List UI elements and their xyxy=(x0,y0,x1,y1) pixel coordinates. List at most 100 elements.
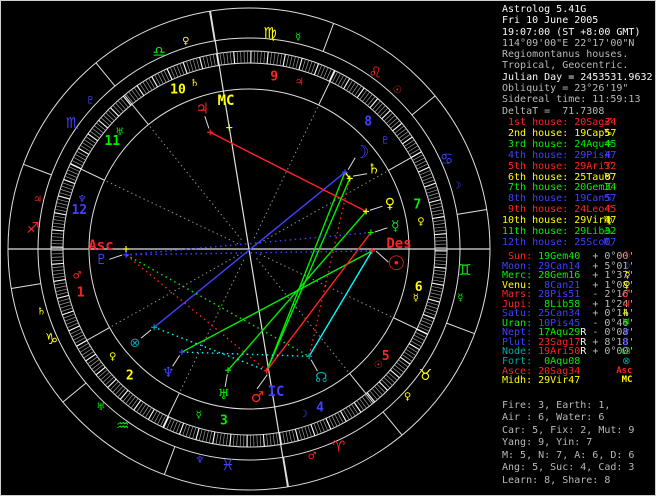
astrolog-window: ♈ ♂ ♉ ♀ ♊ ☿ ♋ ☽ ♌ ☉ ♍ ☿ ♎ ♀ ♏ ♇ ♐ ♃ ♑ ♄ ♒ ♅ ♓ ♆ 1 ♂ 2 ♀ 3 ☿ 4 ☽ 5 ☉ 6 ☿ 7 ♀ 8 ♇… xyxy=(0,0,656,496)
planet-glyph-neptune: ♆ xyxy=(162,365,175,381)
planet-glyph-uranus: ♅ xyxy=(217,387,230,403)
sign-glyph-gemini: ♊ xyxy=(458,261,471,279)
sign-boundary-leo xyxy=(411,95,436,116)
sign-glyph-aquarius: ♒ xyxy=(116,417,129,435)
house-number-7: 7 xyxy=(413,197,421,212)
planet-glyph-moon: ☽ xyxy=(353,142,369,163)
sign-boundary-aries xyxy=(283,457,289,487)
house-cusp-line-2 xyxy=(109,254,239,328)
house-number-2: 2 xyxy=(126,368,134,383)
sign-boundary-aquarius xyxy=(62,382,87,403)
planet-glyph-saturn: ♄ xyxy=(368,161,381,177)
pointer-line-mars xyxy=(256,374,268,390)
planet-glyph-sun: ☉ xyxy=(387,251,405,275)
sign-glyph-pisces: ♓ xyxy=(221,456,234,474)
house-cusp-segment-11 xyxy=(124,94,149,125)
house-ruler-icon-3: ☿ xyxy=(196,410,202,421)
sign-ruler-icon-gemini: ☿ xyxy=(457,293,463,304)
sign-ruler-icon-sagittarius: ♃ xyxy=(33,194,42,205)
sign-boundary-virgo xyxy=(322,23,335,52)
aspect-line-moon-saturn xyxy=(344,171,351,179)
house-row-12: 12th house: 25Sco07 ♏ xyxy=(502,236,617,248)
house-ruler-icon-2: ♀ xyxy=(109,352,116,363)
chart-wheel: ♈♂♉♀♊☿♋☽♌☉♍ ☿♎♀♏♇♐♃♑♄♒♅♓♆1♂2♀3☿4☽5☉6☿7♀8♇… xyxy=(7,7,491,491)
planet-position-dot-pluto xyxy=(123,251,130,258)
sign-ruler-icon-cancer: ☽ xyxy=(452,180,461,191)
zodiac-sign-icon: ♏ xyxy=(603,236,613,248)
house-ruler-icon-7: ♀ xyxy=(417,216,424,227)
pointer-line-saturn xyxy=(352,173,368,177)
angle-label-asc: Asc xyxy=(88,238,113,254)
planet-glyph-pluto: ♇ xyxy=(95,252,108,268)
house-ruler-icon-10: ♄ xyxy=(190,78,199,89)
header-line-5: Regiomontanus houses. xyxy=(502,49,629,61)
stats-line-7: Learn: 8, Share: 8 xyxy=(502,474,611,486)
midheaven-degree-mark xyxy=(226,124,233,131)
house-cusp-line-12 xyxy=(104,179,239,245)
sign-ruler-icon-libra: ♀ xyxy=(182,36,189,47)
sign-glyph-scorpio: ♏ xyxy=(66,114,80,132)
house-number-4: 4 xyxy=(316,400,324,415)
planet-position-dot-neptune xyxy=(178,349,185,356)
planet-glyph-node: ☊ xyxy=(315,370,327,386)
pointer-line-fortune xyxy=(140,329,152,339)
chart-header-block: Astrolog 5.41G Fri 10 June 2005 19:07:00 (… xyxy=(502,4,653,117)
header-line-1: Astrolog 5.41G xyxy=(502,4,587,15)
aspect-line-mercury-mars xyxy=(266,232,372,372)
house-ruler-icon-12: ♆ xyxy=(78,194,87,205)
aspect-line-mars-saturn xyxy=(266,178,351,371)
planet-row-14: Midh: 29Vir47 MC xyxy=(502,375,633,387)
sign-glyph-cancer: ♋ xyxy=(440,150,453,168)
house-number-5: 5 xyxy=(382,349,390,364)
house-number-8: 8 xyxy=(364,115,372,130)
ascendant-degree-mark xyxy=(123,246,129,252)
house-ruler-icon-1: ♂ xyxy=(73,271,82,282)
planet-glyph-fortune: ⊗ xyxy=(129,336,140,351)
sign-ruler-icon-taurus: ♀ xyxy=(404,392,411,403)
header-line-2: Fri 10 June 2005 xyxy=(502,15,599,27)
stats-line-4: Yang: 9, Yin: 7 xyxy=(502,437,593,449)
sign-glyph-virgo: ♍ xyxy=(263,24,276,42)
house-ruler-icon-6: ☿ xyxy=(413,293,419,304)
sign-ruler-icon-scorpio: ♇ xyxy=(86,95,95,106)
sign-ruler-icon-aquarius: ♅ xyxy=(96,402,105,413)
planet-position-dot-node xyxy=(306,353,313,360)
house-ruler-icon-8: ♇ xyxy=(381,135,390,146)
sign-glyph-leo: ♌ xyxy=(368,63,381,81)
house-number-3: 3 xyxy=(220,414,228,429)
house-ruler-icon-9: ♃ xyxy=(295,77,304,88)
house-ruler-icon-11: ♅ xyxy=(115,127,124,138)
pointer-line-jupiter xyxy=(204,115,210,129)
stats-line-3: Car: 5, Fix: 2, Mut: 9 xyxy=(502,424,635,436)
sign-boundary-taurus xyxy=(382,411,403,436)
stats-line-6: Ang: 5, Suc: 4, Cad: 3 xyxy=(502,462,635,474)
house-cusp-table: 1st house: 20Sag34 ♐ 2nd house: 19Cap57 ♑ … xyxy=(502,117,617,249)
planet-glyph-mars: ♂ xyxy=(251,388,264,406)
sign-ruler-icon-pisces: ♆ xyxy=(195,455,204,466)
planet-glyph-jupiter: ♃ xyxy=(196,100,209,118)
header-line-9: Sidereal time: 11:59:13 xyxy=(502,94,641,106)
aspect-line-neptune-node xyxy=(181,351,310,357)
header-line-3: 19:07:00 (ST +8:00 GMT) xyxy=(502,26,641,38)
sign-boundary-libra xyxy=(209,11,215,41)
sign-boundary-cancer xyxy=(457,209,487,215)
house-number-1: 1 xyxy=(77,286,85,301)
sign-boundary-sagittarius xyxy=(23,163,52,176)
house-cusp-line-6 xyxy=(259,253,394,319)
element-stats-block: Fire: 3, Earth: 1, Air : 6, Water: 6 Car: … xyxy=(502,400,634,487)
house-number-9: 9 xyxy=(270,69,278,84)
header-line-4: 114°09'00"E 22°17'00"N xyxy=(502,37,635,49)
planet-glyph-venus: ♀ xyxy=(385,196,395,212)
sign-glyph-libra: ♎ xyxy=(153,42,166,60)
sign-boundary-gemini xyxy=(446,322,475,335)
sign-boundary-scorpio xyxy=(95,62,116,87)
stats-line-1: Fire: 3, Earth: 1, xyxy=(502,400,611,411)
sign-glyph-aries: ♈ xyxy=(332,438,345,456)
angle-label-mc: MC xyxy=(218,93,235,109)
sign-ruler-icon-leo: ☉ xyxy=(393,85,402,96)
chart-wheel-area: ♈ ♂ ♉ ♀ ♊ ☿ ♋ ☽ ♌ ☉ ♍ ☿ ♎ ♀ ♏ ♇ ♐ ♃ ♑ ♄ ♒ ♅ ♓ ♆ 1 ♂ 2 ♀ 3 ☿ 4 ☽ 5 ☉ 6 ☿ 7 ♀ 8 ♇… xyxy=(1,1,497,495)
house-cusp-segment-5 xyxy=(349,373,374,404)
aspect-line-saturn-node xyxy=(308,178,351,357)
house-ruler-icon-5: ☉ xyxy=(374,360,383,371)
info-panel: Astrolog 5.41G Fri 10 June 2005 19:07:00 (… xyxy=(500,1,655,495)
